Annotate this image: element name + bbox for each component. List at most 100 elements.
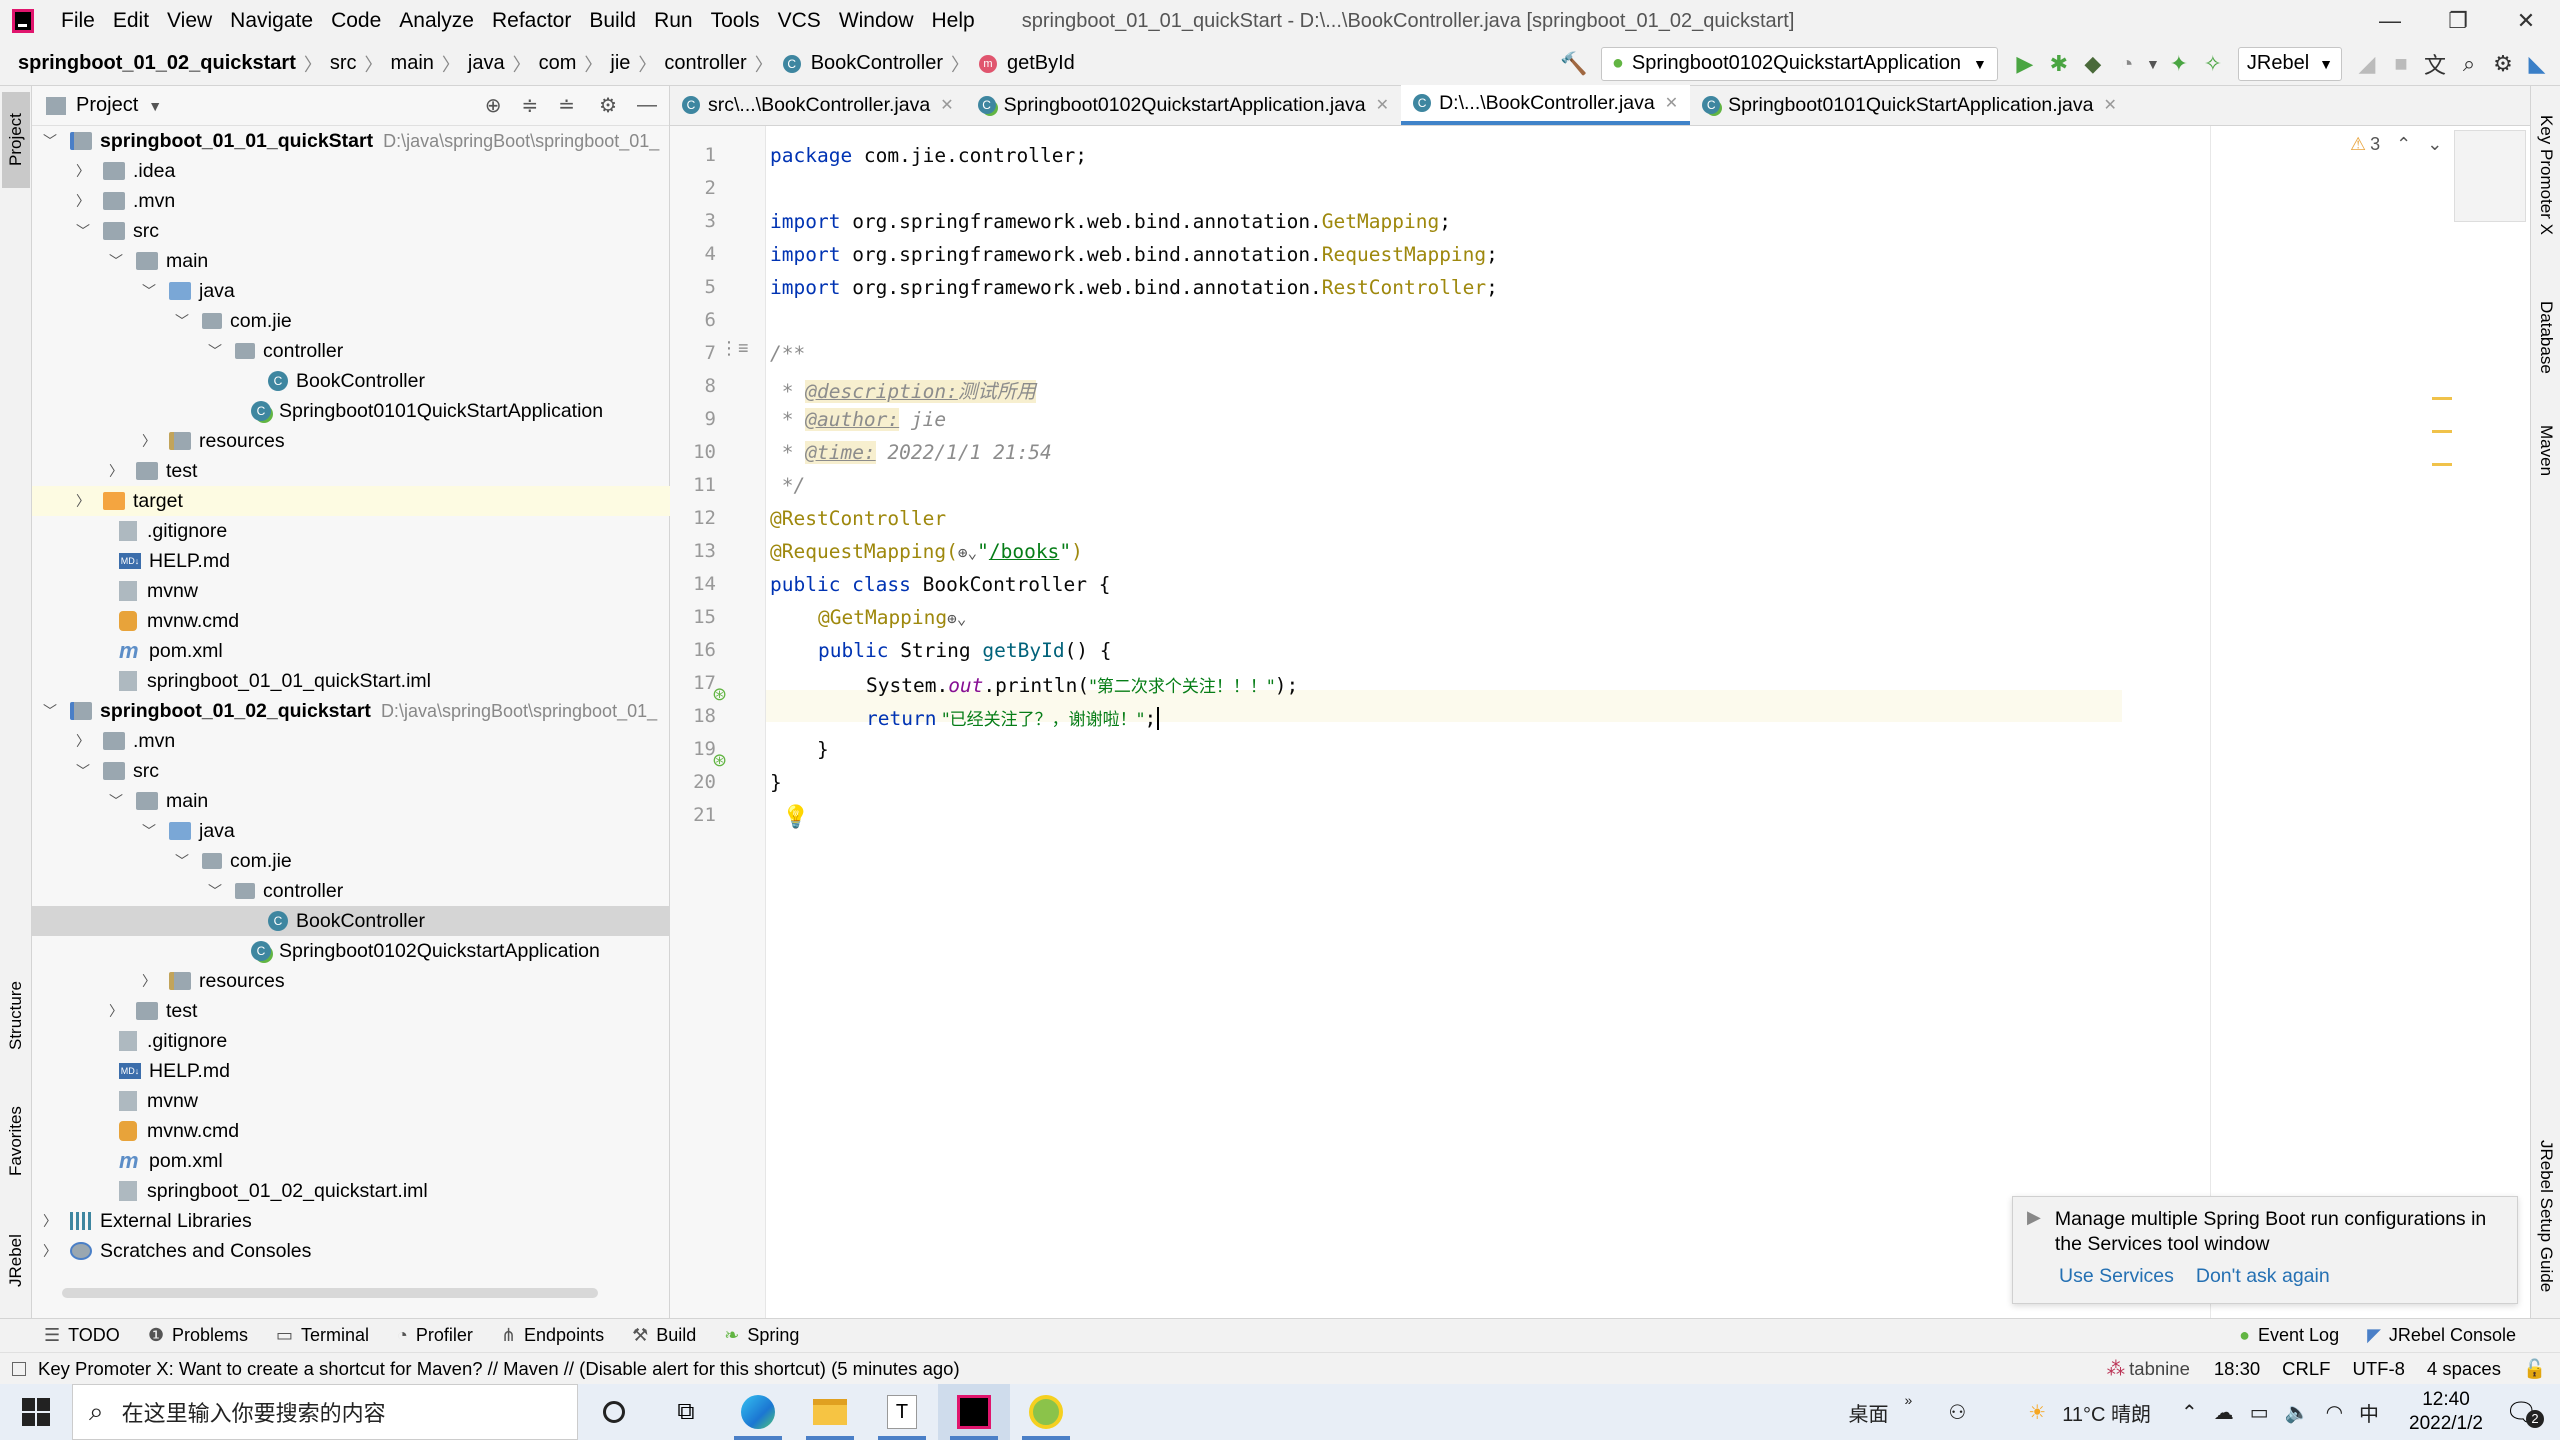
chevron-right-icon[interactable]: 〉 <box>42 1241 58 1261</box>
tree-item[interactable]: .gitignore <box>32 516 670 546</box>
chevron-down-icon[interactable]: ﹀ <box>207 881 223 901</box>
chevron-right-icon[interactable]: 〉 <box>141 431 157 451</box>
settings-gear-icon[interactable]: ⚙ <box>2486 47 2520 81</box>
chevron-right-icon[interactable]: 〉 <box>75 731 91 751</box>
caret-position[interactable]: 18:30 <box>2214 1358 2260 1380</box>
tree-item[interactable]: ﹀ controller <box>32 876 670 906</box>
breadcrumb-main[interactable]: main <box>387 52 438 75</box>
chevron-right-icon[interactable]: 〉 <box>75 161 91 181</box>
weather-text[interactable]: 11°C 晴朗 <box>2054 1398 2159 1427</box>
options-gear-icon[interactable]: ⚙ <box>599 93 617 118</box>
profiler-icon[interactable]: ◔ <box>2110 47 2144 81</box>
hide-panel-icon[interactable]: — <box>637 94 657 117</box>
volume-icon[interactable]: 🔈 <box>2277 1400 2318 1425</box>
run-icon[interactable]: ▶ <box>2008 47 2042 81</box>
menu-analyze[interactable]: Analyze <box>390 0 483 42</box>
menu-file[interactable]: File <box>52 0 104 42</box>
endpoints-tool[interactable]: ⋔ Endpoints <box>487 1325 618 1346</box>
breadcrumb-controller[interactable]: controller <box>660 52 750 75</box>
toggle-tool-windows-icon[interactable] <box>12 1361 26 1376</box>
terminal-tool[interactable]: ▭ Terminal <box>262 1325 383 1346</box>
chevron-down-icon[interactable]: ▼ <box>2144 47 2162 81</box>
taskbar-search[interactable]: ⌕ 在这里输入你要搜索的内容 <box>72 1384 578 1440</box>
tab-springboot0101[interactable]: C Springboot0101QuickStartApplication.ja… <box>1690 85 2129 125</box>
profiler-tool[interactable]: ◔ Profiler <box>383 1325 487 1346</box>
desktop-toolbar[interactable]: 桌面 <box>1841 1398 1897 1427</box>
tree-item[interactable]: mvnw <box>32 576 670 606</box>
tree-item[interactable]: mvnw <box>32 1086 670 1116</box>
code-editor[interactable]: 1 2 3 4 5 6 7 8 9 10 11 12 13 14 15 16 17 18 19 20 21 packag… <box>670 126 2530 1318</box>
windows-start-icon[interactable] <box>22 1398 50 1426</box>
chevron-right-icon[interactable]: 〉 <box>75 191 91 211</box>
event-log-tool[interactable]: ● Event Log <box>2225 1325 2353 1346</box>
update-running-icon[interactable]: ◢ <box>2350 47 2384 81</box>
build-tool[interactable]: ⚒ Build <box>618 1325 710 1346</box>
menu-view[interactable]: View <box>158 0 221 42</box>
breadcrumb-project[interactable]: springboot_01_02_quickstart <box>0 52 300 75</box>
tree-item[interactable]: 〉 test <box>32 456 670 486</box>
tab-d-bookcontroller[interactable]: C D:\...\BookController.java ✕ <box>1401 85 1691 125</box>
tree-item[interactable]: MD↓ HELP.md <box>32 1056 670 1086</box>
menu-code[interactable]: Code <box>322 0 390 42</box>
structure-tool-tab[interactable]: Structure <box>2 966 30 1066</box>
jrebel-debug-icon[interactable]: ✧ <box>2196 47 2230 81</box>
coverage-icon[interactable]: ◆ <box>2076 47 2110 81</box>
tree-item[interactable]: ﹀ main <box>32 246 670 276</box>
locate-icon[interactable]: ⊕ <box>485 93 502 118</box>
chevron-right-icon[interactable]: » <box>1897 1392 1921 1408</box>
build-hammer-icon[interactable]: 🔨 <box>1557 47 1591 81</box>
tree-item[interactable]: C BookController <box>32 906 670 936</box>
breadcrumb-bookcontroller[interactable]: BookController <box>807 52 947 75</box>
minimap[interactable] <box>2454 130 2526 222</box>
chevron-down-icon[interactable]: ﹀ <box>108 251 124 271</box>
chevron-right-icon[interactable]: 〉 <box>75 491 91 511</box>
jrebel-console-tool[interactable]: ◤ JRebel Console <box>2353 1325 2560 1346</box>
chevron-down-icon[interactable]: ﹀ <box>141 281 157 301</box>
chevron-up-icon[interactable]: ⌃ <box>2396 134 2411 155</box>
chevron-down-icon[interactable]: ﹀ <box>75 761 91 781</box>
intellij-app-icon[interactable] <box>938 1384 1010 1440</box>
people-icon[interactable]: ⚇ <box>1940 1400 1974 1425</box>
menu-help[interactable]: Help <box>923 0 984 42</box>
chevron-down-icon[interactable]: ﹀ <box>174 851 190 871</box>
chevron-down-icon[interactable]: ﹀ <box>174 311 190 331</box>
stop-icon[interactable]: ■ <box>2384 47 2418 81</box>
spring-tool[interactable]: ❧ Spring <box>710 1325 813 1346</box>
minimize-icon[interactable]: — <box>2356 8 2424 34</box>
bean-gutter-icon[interactable]: ⊛ <box>712 684 727 705</box>
debug-icon[interactable]: ✱ <box>2042 47 2076 81</box>
menu-edit[interactable]: Edit <box>104 0 158 42</box>
expand-all-icon[interactable]: ≑ <box>522 93 539 118</box>
cortana-icon[interactable] <box>578 1384 650 1440</box>
chevron-down-icon[interactable]: ﹀ <box>42 701 58 721</box>
tree-item[interactable]: m pom.xml <box>32 636 670 666</box>
menu-navigate[interactable]: Navigate <box>221 0 322 42</box>
chevron-right-icon[interactable]: 〉 <box>141 971 157 991</box>
close-tab-icon[interactable]: ✕ <box>940 95 953 115</box>
tree-item[interactable]: ﹀ src <box>32 756 670 786</box>
tree-item[interactable]: ﹀ java <box>32 816 670 846</box>
tray-chevron-up-icon[interactable]: ⌃ <box>2173 1400 2206 1425</box>
jrebel-select[interactable]: JRebel ▼ <box>2237 46 2342 81</box>
menu-vcs[interactable]: VCS <box>769 0 830 42</box>
toolbox-icon[interactable]: ◣ <box>2520 47 2554 81</box>
todo-tool[interactable]: ☰ TODO <box>0 1325 134 1346</box>
maven-tool-tab[interactable]: Maven <box>2533 406 2559 496</box>
url-path-literal[interactable]: /books <box>989 540 1059 563</box>
tree-item[interactable]: 〉 target <box>32 486 670 516</box>
notification-center-icon[interactable]: 🗨 2 <box>2505 1397 2544 1428</box>
web-endpoint-icon[interactable]: ⊕⌄ <box>947 609 966 628</box>
jrebel-setup-guide-tab[interactable]: JRebel Setup Guide <box>2533 1126 2559 1306</box>
tree-item[interactable]: ﹀ com.jie <box>32 306 670 336</box>
wifi-icon[interactable]: ◠ <box>2318 1400 2351 1425</box>
lightbulb-icon[interactable]: 💡 <box>782 804 809 830</box>
edge-app-icon[interactable] <box>722 1384 794 1440</box>
tree-item[interactable]: 〉 .mvn <box>32 726 670 756</box>
run-config-select[interactable]: ● Springboot0102QuickstartApplication ▼ <box>1600 46 1998 81</box>
task-view-icon[interactable]: ⧉ <box>650 1384 722 1440</box>
tree-item[interactable]: C Springboot0102QuickstartApplication <box>32 936 670 966</box>
warning-marker[interactable] <box>2432 463 2452 466</box>
lock-icon[interactable]: 🔓 <box>2523 1358 2546 1380</box>
tab-springboot0102[interactable]: C Springboot0102QuickstartApplication.ja… <box>966 85 1401 125</box>
onedrive-icon[interactable]: ☁ <box>2206 1400 2242 1425</box>
